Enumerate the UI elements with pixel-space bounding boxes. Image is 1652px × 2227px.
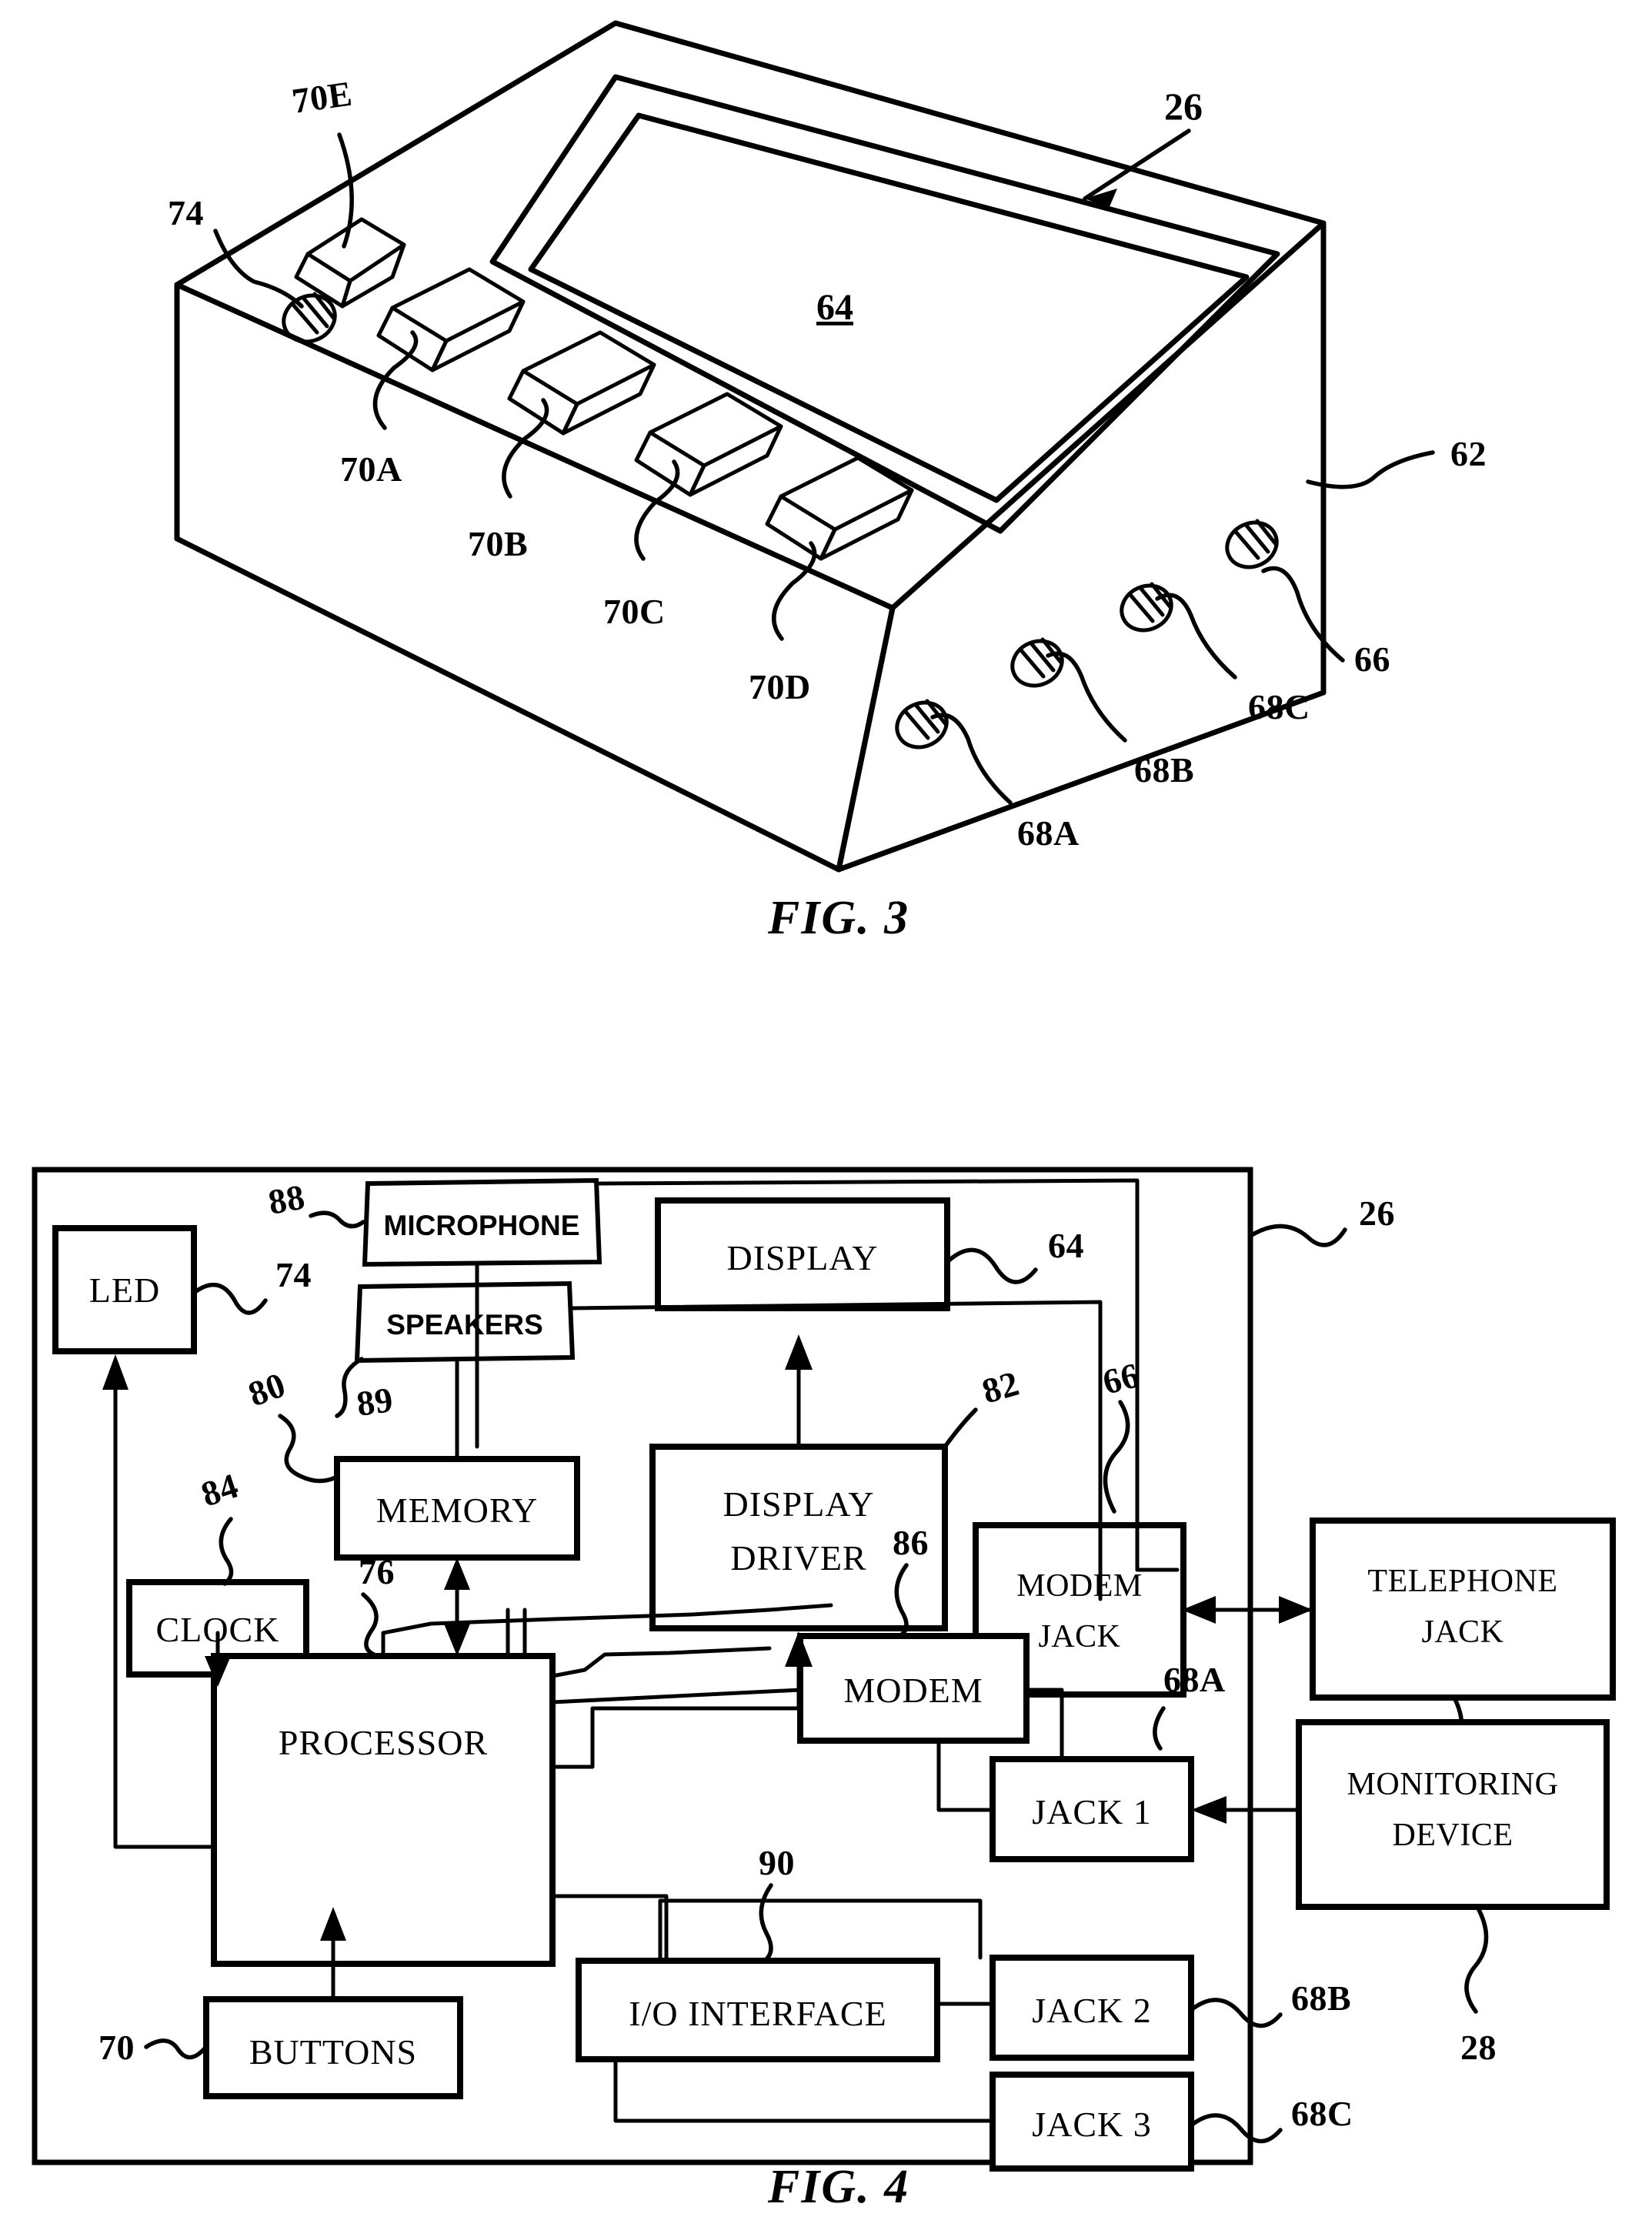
fig4-label-enclosure: 26 (1359, 1194, 1395, 1233)
block-display-label: DISPLAY (726, 1238, 878, 1277)
leader-90 (759, 1883, 773, 1962)
block-memory: MEMORY (334, 1456, 580, 1561)
fig4-label-68a: 68A (1163, 1660, 1226, 1699)
fig4-label-90: 90 (759, 1843, 795, 1882)
figure-4-block-diagram: 26 LED 74 MICROPHONE 88 SPEAKERS 89 MEMO… (32, 1167, 1616, 2213)
fig4-label-88: 88 (265, 1177, 308, 1221)
leader-68b (1189, 1998, 1283, 2028)
fig4-label-70: 70 (98, 2028, 135, 2067)
patent-drawing-sheet: 64 26 62 70E 74 70A 70B 70C 70D 68A 68B … (0, 0, 1652, 2227)
fig4-label-68c: 68C (1291, 2094, 1353, 2133)
block-buttons: BUTTONS (203, 1996, 463, 2099)
fig4-label-74: 74 (275, 1255, 312, 1294)
leader-70 (144, 2038, 207, 2060)
leader-74 (192, 1282, 268, 1315)
block-jack3-label: JACK 3 (1032, 2105, 1152, 2144)
figure-4-caption: FIG. 4 (767, 2161, 909, 2213)
block-telephone-jack: TELEPHONE JACK (1310, 1517, 1616, 1701)
block-modem-jack-label-1: MODEM (1016, 1568, 1143, 1604)
block-monitoring-device-label-1: MONITORING (1347, 1767, 1559, 1802)
block-io-interface-label: I/O INTERFACE (629, 1994, 886, 2033)
fig4-label-82: 82 (978, 1364, 1023, 1411)
block-memory-label: MEMORY (376, 1491, 538, 1530)
block-jack2: JACK 2 (990, 1955, 1194, 2061)
leader-64 (945, 1247, 1038, 1284)
block-monitoring-device: MONITORING DEVICE (1296, 1719, 1610, 1910)
block-led-label: LED (89, 1270, 160, 1310)
block-telephone-jack-label-1: TELEPHONE (1367, 1564, 1557, 1599)
leader-80 (278, 1414, 338, 1484)
block-processor-label: PROCESSOR (279, 1723, 488, 1762)
block-display-driver-label-2: DRIVER (730, 1538, 866, 1578)
block-jack2-label: JACK 2 (1032, 1991, 1152, 2030)
fig4-label-80: 80 (243, 1364, 291, 1414)
block-processor: PROCESSOR (211, 1653, 556, 1967)
block-io-interface: I/O INTERFACE (576, 1958, 940, 2062)
block-monitoring-device-label-2: DEVICE (1393, 1818, 1513, 1853)
block-speakers: SPEAKERS (354, 1280, 576, 1364)
block-display: DISPLAY (655, 1197, 950, 1311)
leader-76 (361, 1592, 379, 1657)
block-modem-label: MODEM (843, 1671, 983, 1710)
leader-84 (219, 1517, 234, 1586)
block-jack3: JACK 3 (990, 2072, 1194, 2172)
fig4-label-76: 76 (359, 1552, 395, 1591)
block-modem: MODEM (797, 1633, 1030, 1744)
leader-66 (1103, 1400, 1130, 1514)
block-microphone-label: MICROPHONE (384, 1210, 580, 1241)
leader-82 (943, 1407, 978, 1449)
block-jack1-label: JACK 1 (1032, 1792, 1152, 1831)
leader-28 (1464, 1905, 1489, 2014)
leader-68c (1189, 2113, 1283, 2144)
fig4-label-86: 86 (893, 1523, 929, 1562)
block-display-driver-label-1: DISPLAY (723, 1484, 874, 1524)
block-speakers-label: SPEAKERS (386, 1309, 543, 1341)
block-modem-jack-label-2: JACK (1038, 1619, 1120, 1654)
block-buttons-label: BUTTONS (249, 2032, 417, 2072)
fig4-label-89: 89 (354, 1380, 395, 1424)
block-jack1: JACK 1 (990, 1756, 1194, 1862)
block-telephone-jack-label-2: JACK (1421, 1614, 1503, 1650)
leader-26 (1248, 1224, 1347, 1247)
fig4-label-28: 28 (1460, 2028, 1497, 2067)
block-led: LED (52, 1225, 197, 1354)
leader-68a (1153, 1706, 1166, 1751)
leader-88 (309, 1210, 365, 1229)
fig4-label-68b: 68B (1291, 1978, 1351, 2018)
fig4-label-64: 64 (1048, 1226, 1084, 1265)
fig4-label-84: 84 (196, 1465, 242, 1514)
block-microphone: MICROPHONE (362, 1177, 602, 1267)
